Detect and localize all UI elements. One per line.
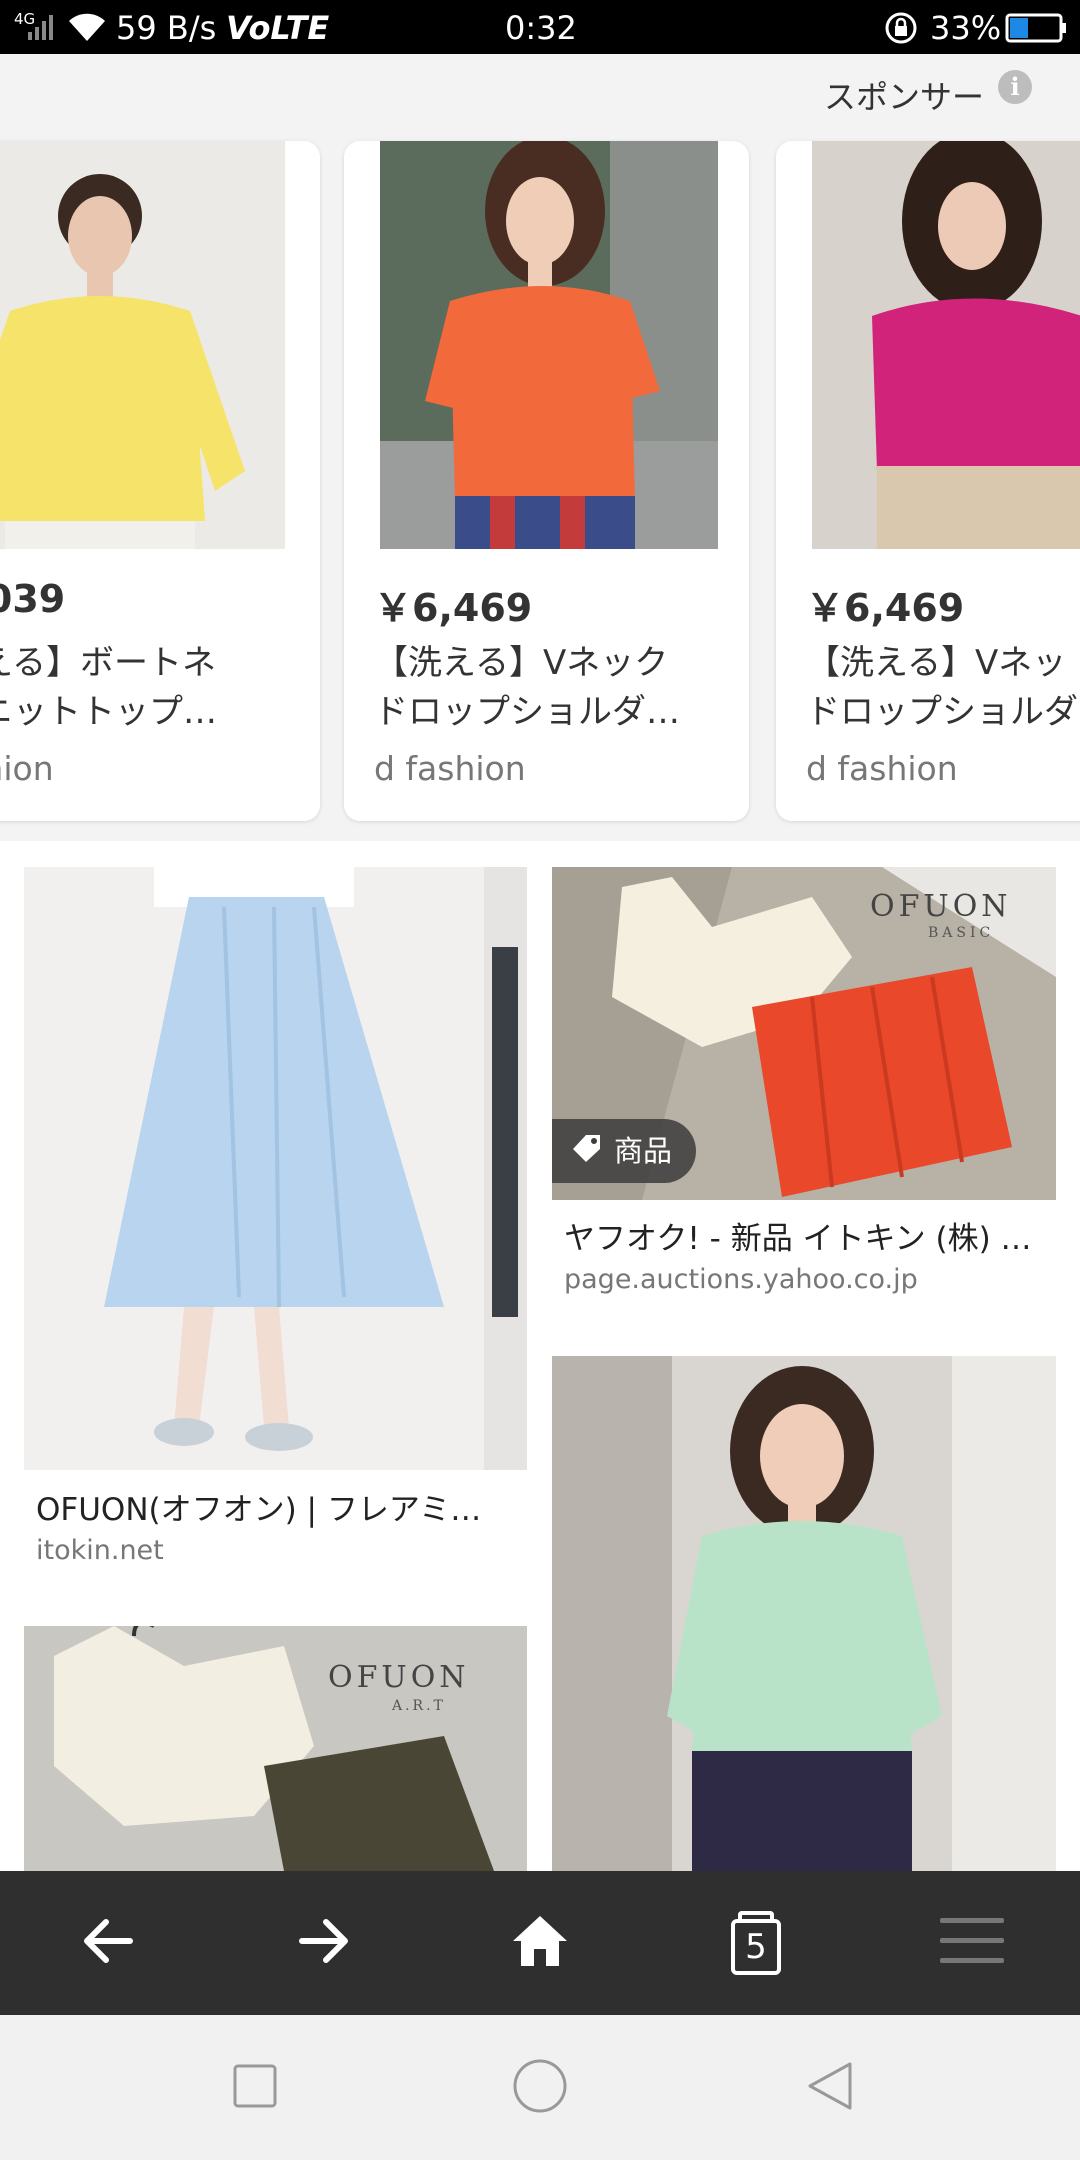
sponsored-products: スポンサー i 6,039 洗える】ボートネ クニットトップ… ashion [0,54,1080,841]
browser-toolbar: 5 [0,1871,1080,2015]
tabs-icon: 5 [728,1911,784,1975]
recents-button[interactable] [147,2015,363,2160]
product-title-line1: 【洗える】Vネック [374,643,669,683]
result-domain: itokin.net [36,1535,164,1566]
sponsored-product-card[interactable]: ￥6,469 【洗える】Vネッ ドロップショルダ d fashion [776,141,1080,821]
product-title-line2: ドロップショルダ [806,692,1078,732]
home-button[interactable] [432,1871,648,2015]
sponsored-product-card[interactable]: ￥6,469 【洗える】Vネック ドロップショルダ… d fashion [344,141,749,821]
product-title-line1: 【洗える】Vネッ [806,643,1067,683]
screen: 4G 59 B/s VoLTE 0:32 33% スポンサー i 39 る】ボー… [0,0,1080,2160]
volte-indicator: VoLTE [226,9,330,47]
battery-percent: 33% [930,9,1002,47]
product-store: d fashion [374,749,526,788]
system-back-button[interactable] [722,2015,938,2160]
brand-logo: OFUON [870,889,1012,924]
product-image [812,141,1080,549]
result-title[interactable]: ヤフオク! - 新品 イトキン (株) … [564,1213,1052,1258]
triangle-back-icon [805,2060,855,2116]
rotation-lock-icon [884,12,918,48]
home-icon [510,1913,570,1973]
system-nav-bar [0,2015,1080,2160]
menu-button[interactable] [864,1871,1080,2015]
status-bar: 4G 59 B/s VoLTE 0:32 33% [0,0,1080,54]
tag-icon [572,1121,602,1185]
back-button[interactable] [0,1871,216,2015]
brand-sub-logo: A.R.T [392,1698,446,1714]
result-domain: page.auctions.yahoo.co.jp [564,1264,918,1295]
tabs-button[interactable]: 5 [648,1871,864,2015]
hamburger-menu-icon [938,1914,1006,1972]
product-title-line2: ドロップショルダ… [374,692,680,732]
product-store: d fashion [806,749,958,788]
product-price: 6,039 [0,577,66,621]
arrow-right-icon [296,1916,352,1970]
product-price: ￥6,469 [374,586,533,630]
forward-button[interactable] [216,1871,432,2015]
result-image[interactable] [552,1356,1056,1871]
sponsored-product-card[interactable]: 6,039 洗える】ボートネ クニットトップ… ashion [0,141,320,821]
network-speed: 59 B/s [116,9,217,47]
result-image[interactable]: OFUON BASIC 商品 [552,867,1056,1200]
product-title-line1: 洗える】ボートネ [0,643,216,683]
product-image [380,141,718,549]
tab-count: 5 [731,1919,781,1975]
result-image[interactable] [24,867,527,1470]
square-icon [232,2063,278,2113]
brand-sub-logo: BASIC [928,925,995,941]
product-image [0,141,285,549]
sponsored-label: スポンサー [823,78,984,116]
product-badge: 商品 [552,1119,697,1185]
arrow-left-icon [80,1916,136,1970]
circle-icon [512,2058,568,2118]
signal-icon [26,12,56,46]
product-store: ashion [0,749,54,788]
wifi-icon [66,11,108,47]
clock: 0:32 [505,9,577,47]
image-results: OFUON(オフオン) | フレアミ… itokin.net OFUON BAS… [0,841,1080,1871]
product-price: ￥6,469 [806,586,965,630]
info-icon[interactable]: i [998,70,1032,104]
product-title-line2: クニットトップ… [0,692,217,732]
brand-logo: OFUON [328,1660,470,1695]
battery-icon [1005,13,1067,47]
product-badge-label: 商品 [614,1134,673,1168]
result-image[interactable]: OFUON A.R.T [24,1626,527,1871]
result-title[interactable]: OFUON(オフオン) | フレアミ… [36,1484,516,1529]
system-home-button[interactable] [432,2015,648,2160]
